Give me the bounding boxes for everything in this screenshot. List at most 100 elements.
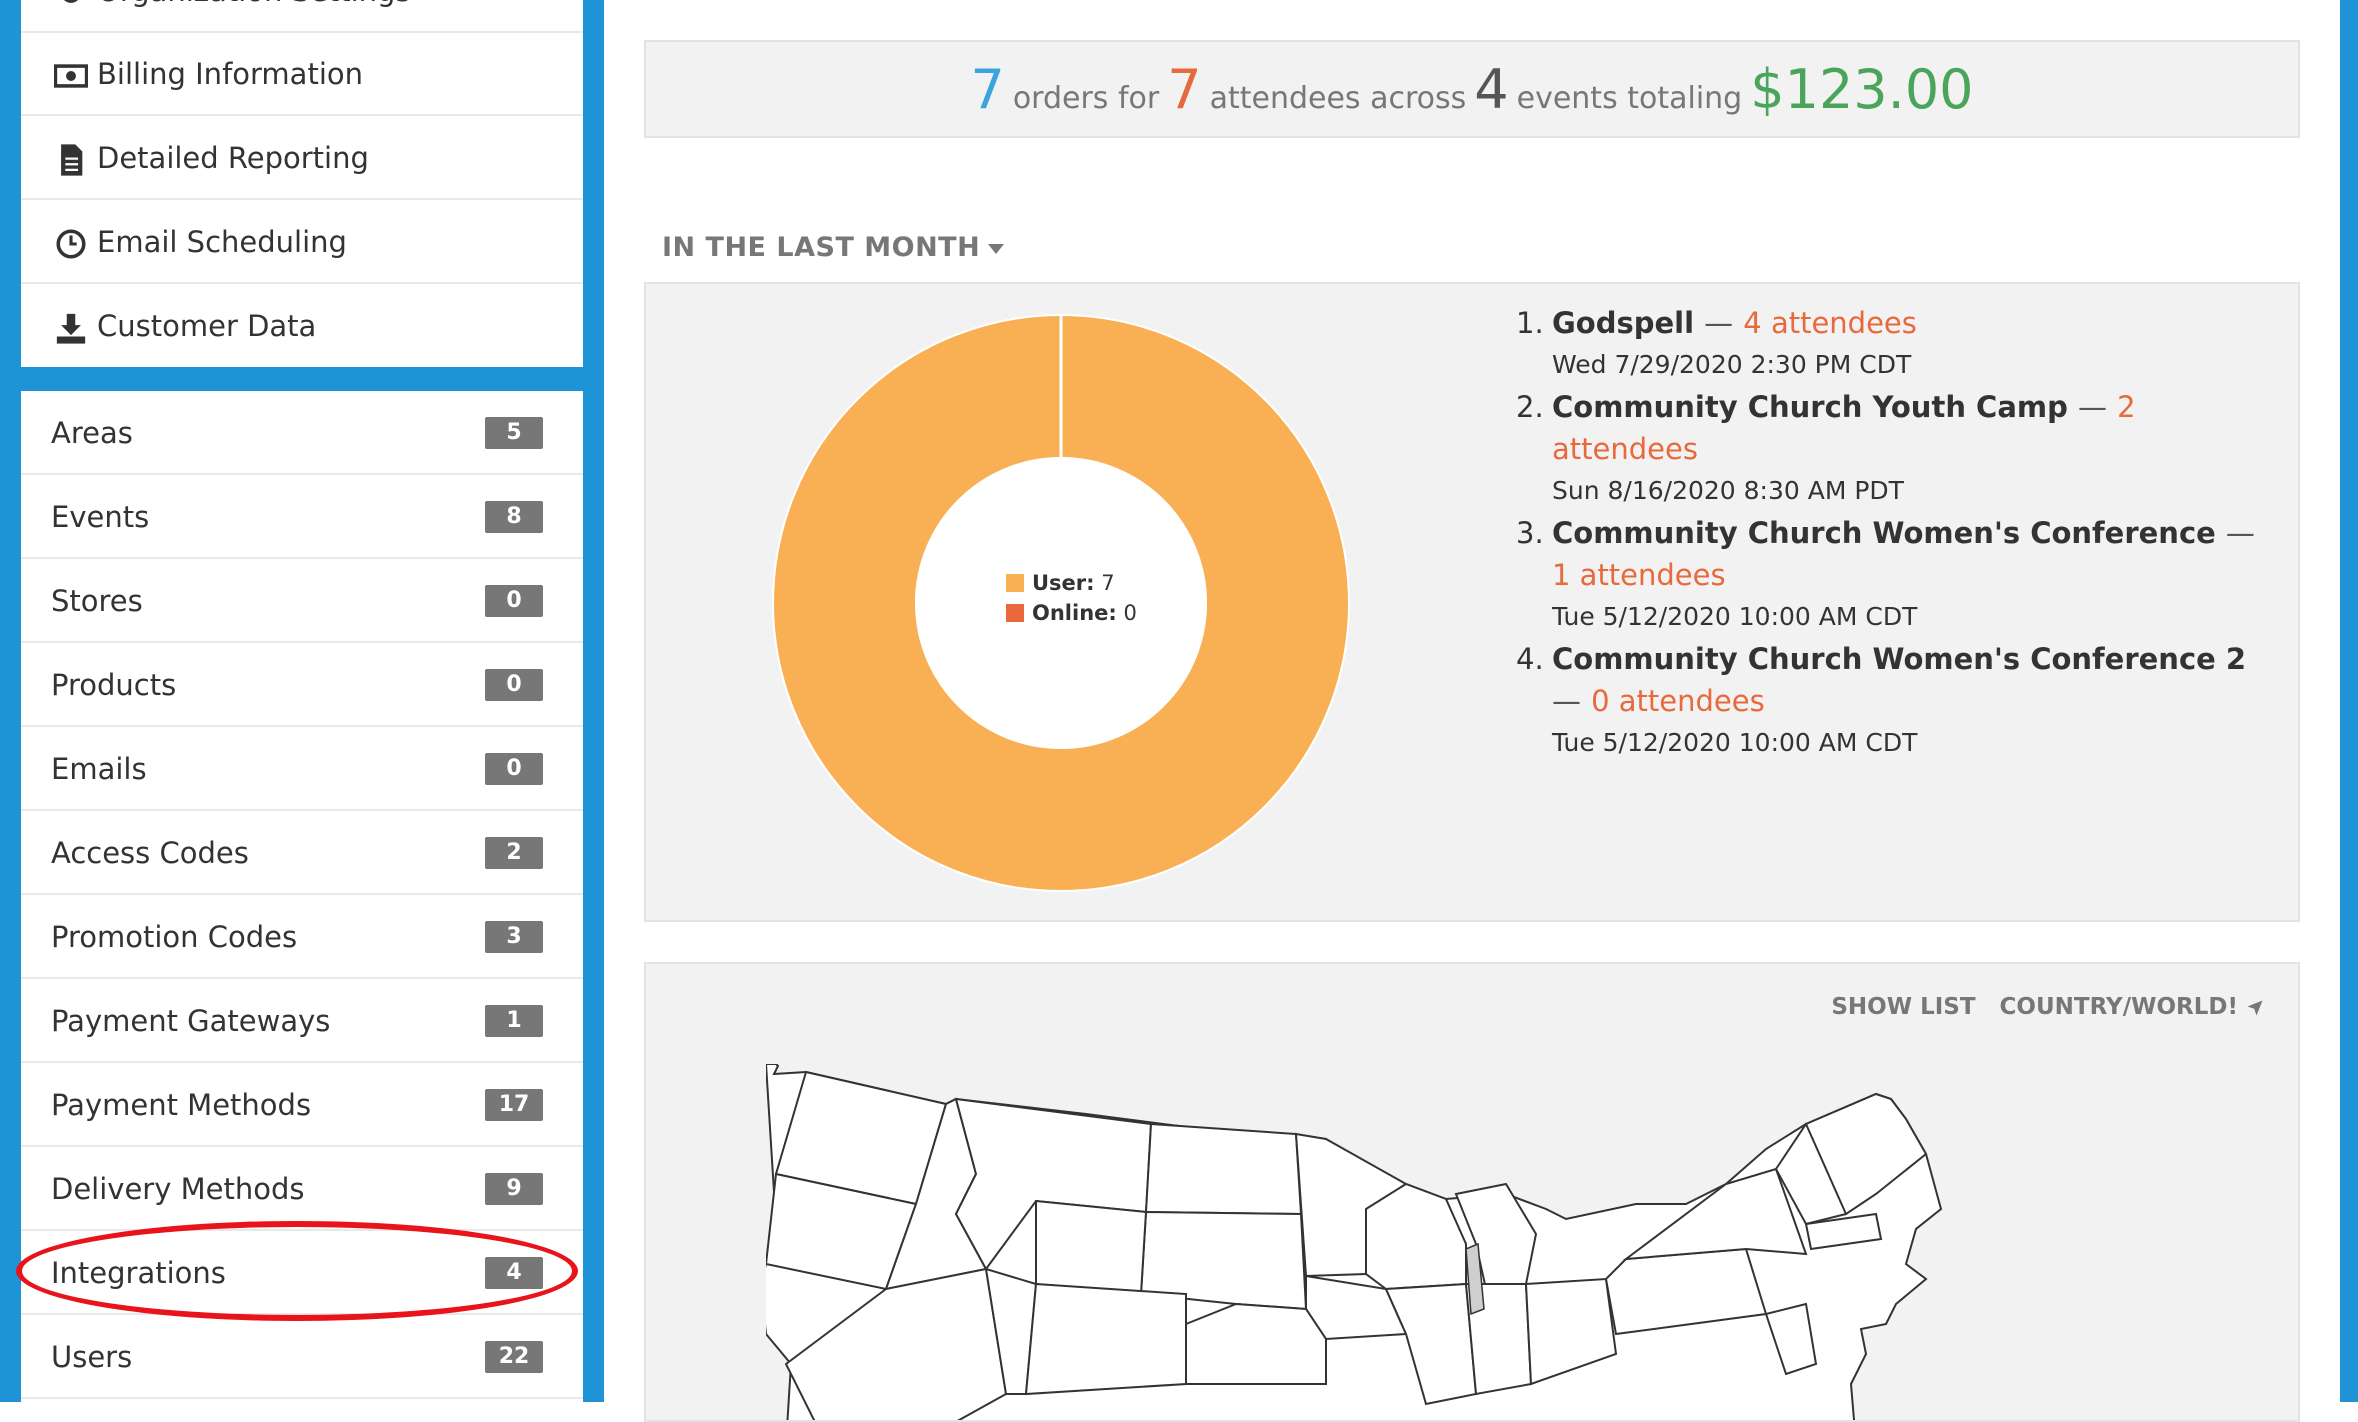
nav-item-label: Integrations: [51, 1256, 226, 1290]
attendees-text: attendees across: [1209, 81, 1467, 116]
orders-text: orders for: [1012, 81, 1160, 116]
menu-item-label: Email Scheduling: [97, 225, 347, 259]
event-index: 4.: [1516, 642, 1544, 676]
menu-item-billing-information[interactable]: Billing Information: [21, 33, 583, 116]
nav-item-events[interactable]: Events 8: [21, 475, 583, 559]
event-index: 3.: [1516, 516, 1544, 550]
clock-icon: [56, 229, 86, 259]
event-date: Wed 7/29/2020 2:30 PM CDT: [1552, 350, 1912, 379]
event-name[interactable]: Community Church Women's Conference 2: [1552, 642, 2246, 676]
menu-item-label: Detailed Reporting: [97, 141, 369, 175]
sidebar: Organization Settings Billing Informatio…: [0, 0, 604, 1411]
count-badge: 0: [485, 753, 543, 785]
legend-label: Online:: [1032, 601, 1117, 625]
count-badge: 0: [485, 669, 543, 701]
menu-item-customer-data[interactable]: Customer Data: [21, 285, 583, 368]
event-name[interactable]: Community Church Youth Camp: [1552, 390, 2068, 424]
document-icon: [61, 144, 83, 176]
legend-label: User:: [1032, 571, 1095, 595]
legend-value: 0: [1123, 601, 1137, 625]
count-badge: 0: [485, 585, 543, 617]
event-attendees: 4 attendees: [1743, 306, 1917, 340]
nav-item-products[interactable]: Products 0: [21, 643, 583, 727]
nav-item-delivery-methods[interactable]: Delivery Methods 9: [21, 1147, 583, 1231]
show-list-link[interactable]: SHOW LIST: [1831, 994, 1975, 1020]
menu-item-label: Billing Information: [97, 57, 363, 91]
nav-item-label: Users: [51, 1340, 133, 1374]
events-count: 4: [1474, 58, 1509, 121]
nav-item-label: Products: [51, 668, 177, 702]
menu-item-email-scheduling[interactable]: Email Scheduling: [21, 201, 583, 284]
menu-item-label: Organization Settings: [97, 0, 411, 33]
map-actions: SHOW LIST COUNTRY/WORLD!: [1807, 994, 2264, 1020]
event-date: Sun 8/16/2020 8:30 AM PDT: [1552, 476, 1904, 505]
nav-item-payment-gateways[interactable]: Payment Gateways 1: [21, 979, 583, 1063]
period-dropdown[interactable]: IN THE LAST MONTH: [662, 232, 1005, 263]
legend-item-user: User: 7: [1006, 568, 1137, 598]
money-icon: [54, 64, 88, 88]
attendee-chart-panel: User: 7 Online: 0 1. Godspell — 4 attend…: [644, 282, 2300, 922]
nav-item-access-codes[interactable]: Access Codes 2: [21, 811, 583, 895]
count-badge: 5: [485, 417, 543, 449]
state-wyoming: [1035, 1199, 1148, 1296]
nav-item-label: Delivery Methods: [51, 1172, 305, 1206]
event-item: 4. Community Church Women's Conference 2…: [1516, 638, 2256, 764]
legend-swatch-user: [1006, 574, 1024, 592]
event-date: Tue 5/12/2020 10:00 AM CDT: [1552, 602, 1918, 631]
nav-item-label: Payment Methods: [51, 1088, 312, 1122]
nav-item-users[interactable]: Users 22: [21, 1315, 583, 1399]
country-world-toggle[interactable]: COUNTRY/WORLD!: [2000, 994, 2264, 1020]
legend-swatch-online: [1006, 604, 1024, 622]
nav-item-label: Emails: [51, 752, 147, 786]
nav-item-promotion-codes[interactable]: Promotion Codes 3: [21, 895, 583, 979]
count-badge: 22: [485, 1341, 543, 1373]
count-badge: 2: [485, 837, 543, 869]
legend-value: 7: [1101, 571, 1115, 595]
event-date: Tue 5/12/2020 10:00 AM CDT: [1552, 728, 1918, 757]
nav-item-integrations[interactable]: Integrations 4: [21, 1231, 583, 1315]
nav-item-areas[interactable]: Areas 5: [21, 391, 583, 475]
event-index: 2.: [1516, 390, 1544, 424]
right-background-edge: [2340, 0, 2358, 1402]
event-item: 2. Community Church Youth Camp — 2 atten…: [1516, 386, 2256, 512]
menu-item-organization-settings[interactable]: Organization Settings: [21, 0, 583, 33]
count-badge: 3: [485, 921, 543, 953]
nav-item-label: Stores: [51, 584, 143, 618]
orders-count: 7: [970, 58, 1005, 121]
nav-item-label: Payment Gateways: [51, 1004, 331, 1038]
location-arrow-icon: [2247, 1000, 2263, 1015]
sales-summary: 7 orders for 7 attendees across 4 events tota…: [644, 40, 2300, 138]
menu-item-detailed-reporting[interactable]: Detailed Reporting: [21, 117, 583, 200]
chart-legend: User: 7 Online: 0: [1006, 568, 1137, 628]
attendees-count: 7: [1167, 58, 1202, 121]
menu-item-label: Customer Data: [97, 309, 317, 343]
event-index: 1.: [1516, 306, 1544, 340]
settings-menu: Organization Settings Billing Informatio…: [21, 0, 583, 367]
us-map[interactable]: [766, 1064, 2300, 1422]
download-icon: [56, 313, 86, 344]
nav-item-label: Access Codes: [51, 836, 249, 870]
state-colorado: [1024, 1282, 1187, 1396]
attendee-map-panel: SHOW LIST COUNTRY/WORLD!: [644, 962, 2300, 1422]
count-badge: 17: [485, 1089, 543, 1121]
nav-item-emails[interactable]: Emails 0: [21, 727, 583, 811]
count-badge: 8: [485, 501, 543, 533]
event-name[interactable]: Godspell: [1552, 306, 1694, 340]
state-nebraska: [1185, 1302, 1327, 1385]
event-attendees: 1 attendees: [1552, 558, 1726, 592]
event-list: 1. Godspell — 4 attendees Wed 7/29/2020 …: [1516, 302, 2256, 764]
resource-nav: Areas 5 Events 8 Stores 0 Products 0 Ema…: [21, 391, 583, 1411]
nav-item-label: Events: [51, 500, 150, 534]
event-name[interactable]: Community Church Women's Conference: [1552, 516, 2216, 550]
event-item: 1. Godspell — 4 attendees Wed 7/29/2020 …: [1516, 302, 2256, 386]
events-text: events totaling: [1516, 81, 1743, 116]
count-badge: 9: [485, 1173, 543, 1205]
nav-item-payment-methods[interactable]: Payment Methods 17: [21, 1063, 583, 1147]
nav-item-stores[interactable]: Stores 0: [21, 559, 583, 643]
caret-down-icon: [988, 243, 1005, 254]
legend-item-online: Online: 0: [1006, 598, 1137, 628]
total-amount: $123.00: [1750, 58, 1974, 121]
period-label: IN THE LAST MONTH: [662, 232, 981, 263]
count-badge: 1: [485, 1005, 543, 1037]
count-badge: 4: [485, 1257, 543, 1289]
